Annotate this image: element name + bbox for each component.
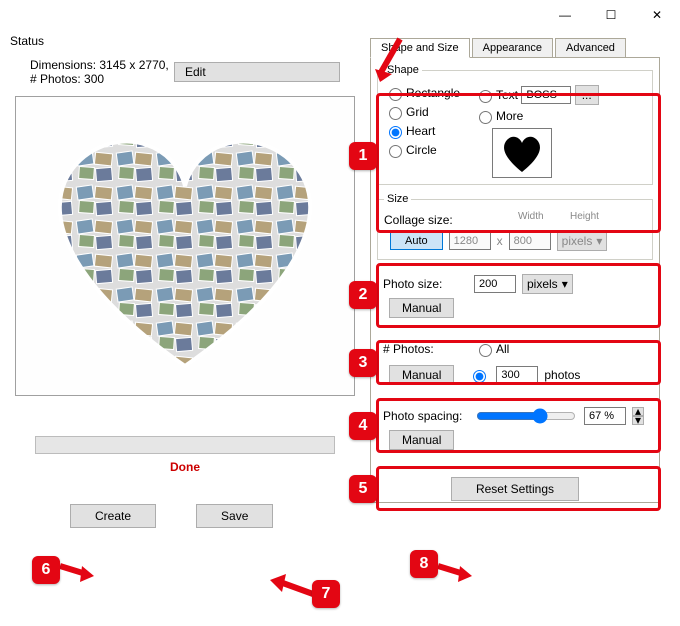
collage-size-label: Collage size: [384, 213, 469, 227]
callout-1: 1 [349, 142, 377, 170]
radio-heart[interactable]: Heart [384, 123, 474, 139]
tab-advanced[interactable]: Advanced [555, 38, 626, 58]
num-photos-group: # Photos: All Manual photos [377, 332, 653, 392]
tab-appearance[interactable]: Appearance [472, 38, 553, 58]
callout-4: 4 [349, 412, 377, 440]
radio-text[interactable]: Text [474, 87, 518, 103]
height-label: Height [570, 211, 599, 222]
radio-all-photos[interactable]: All [474, 341, 509, 357]
reset-settings-button[interactable]: Reset Settings [451, 477, 579, 501]
collage-size-auto[interactable]: Auto [390, 232, 443, 250]
progress-bar [35, 436, 335, 454]
dimensions-text: Dimensions: 3145 x 2770, # Photos: 300 [30, 58, 174, 86]
num-photos-label: # Photos: [383, 342, 468, 356]
spacing-mode[interactable]: Manual [389, 430, 454, 450]
shape-text-input[interactable] [521, 86, 571, 104]
shape-preview-icon [492, 128, 552, 178]
callout-3: 3 [349, 349, 377, 377]
collage-height-input[interactable] [509, 232, 551, 250]
size-group: Size Collage size: Width Height Auto x p… [377, 193, 653, 260]
radio-rectangle[interactable]: Rectangle [384, 85, 474, 101]
width-label: Width [518, 211, 544, 222]
chevron-down-icon: ▾ [562, 277, 568, 291]
heart-icon [500, 134, 544, 172]
arrow-8 [436, 558, 476, 583]
photo-size-mode[interactable]: Manual [389, 298, 454, 318]
spacing-spinner-down[interactable]: ▾ [632, 416, 644, 425]
num-photos-suffix: photos [544, 368, 580, 382]
callout-5: 5 [349, 475, 377, 503]
num-photos-mode[interactable]: Manual [389, 365, 454, 385]
close-button[interactable]: ✕ [634, 0, 680, 30]
size-x: x [497, 234, 503, 248]
heart-collage-image [35, 116, 335, 376]
spacing-label: Photo spacing: [383, 409, 468, 423]
status-label: Status [10, 30, 360, 52]
num-photos-input[interactable] [496, 366, 538, 384]
radio-more[interactable]: More [474, 108, 646, 124]
arrow-7 [268, 572, 318, 602]
photo-size-units[interactable]: pixels ▾ [522, 274, 573, 294]
spacing-group: Photo spacing: ▴ ▾ Manual [377, 400, 653, 456]
status-done: Done [10, 460, 360, 474]
photo-size-input[interactable] [474, 275, 516, 293]
radio-count-photos[interactable] [468, 367, 490, 383]
photo-size-group: Photo size: pixels ▾ Manual [377, 268, 653, 324]
spacing-value[interactable] [584, 407, 626, 425]
radio-circle[interactable]: Circle [384, 142, 474, 158]
callout-8: 8 [410, 550, 438, 578]
collage-units-dropdown[interactable]: pixels ▾ [557, 231, 608, 251]
collage-preview [15, 96, 355, 396]
edit-button[interactable]: Edit [174, 62, 340, 82]
spacing-slider[interactable] [476, 408, 576, 424]
maximize-button[interactable]: ☐ [588, 0, 634, 30]
arrow-6 [58, 558, 98, 583]
callout-6: 6 [32, 556, 60, 584]
callout-2: 2 [349, 281, 377, 309]
radio-grid[interactable]: Grid [384, 104, 474, 120]
chevron-down-icon: ▾ [596, 234, 602, 248]
create-button[interactable]: Create [70, 504, 156, 528]
window-titlebar: — ☐ ✕ [0, 0, 680, 30]
shape-text-browse[interactable]: ... [575, 85, 599, 105]
callout-7: 7 [312, 580, 340, 608]
photo-size-label: Photo size: [383, 277, 468, 291]
size-legend: Size [384, 193, 411, 205]
minimize-button[interactable]: — [542, 0, 588, 30]
save-button[interactable]: Save [196, 504, 273, 528]
arrow-to-tab [370, 34, 420, 84]
collage-width-input[interactable] [449, 232, 491, 250]
